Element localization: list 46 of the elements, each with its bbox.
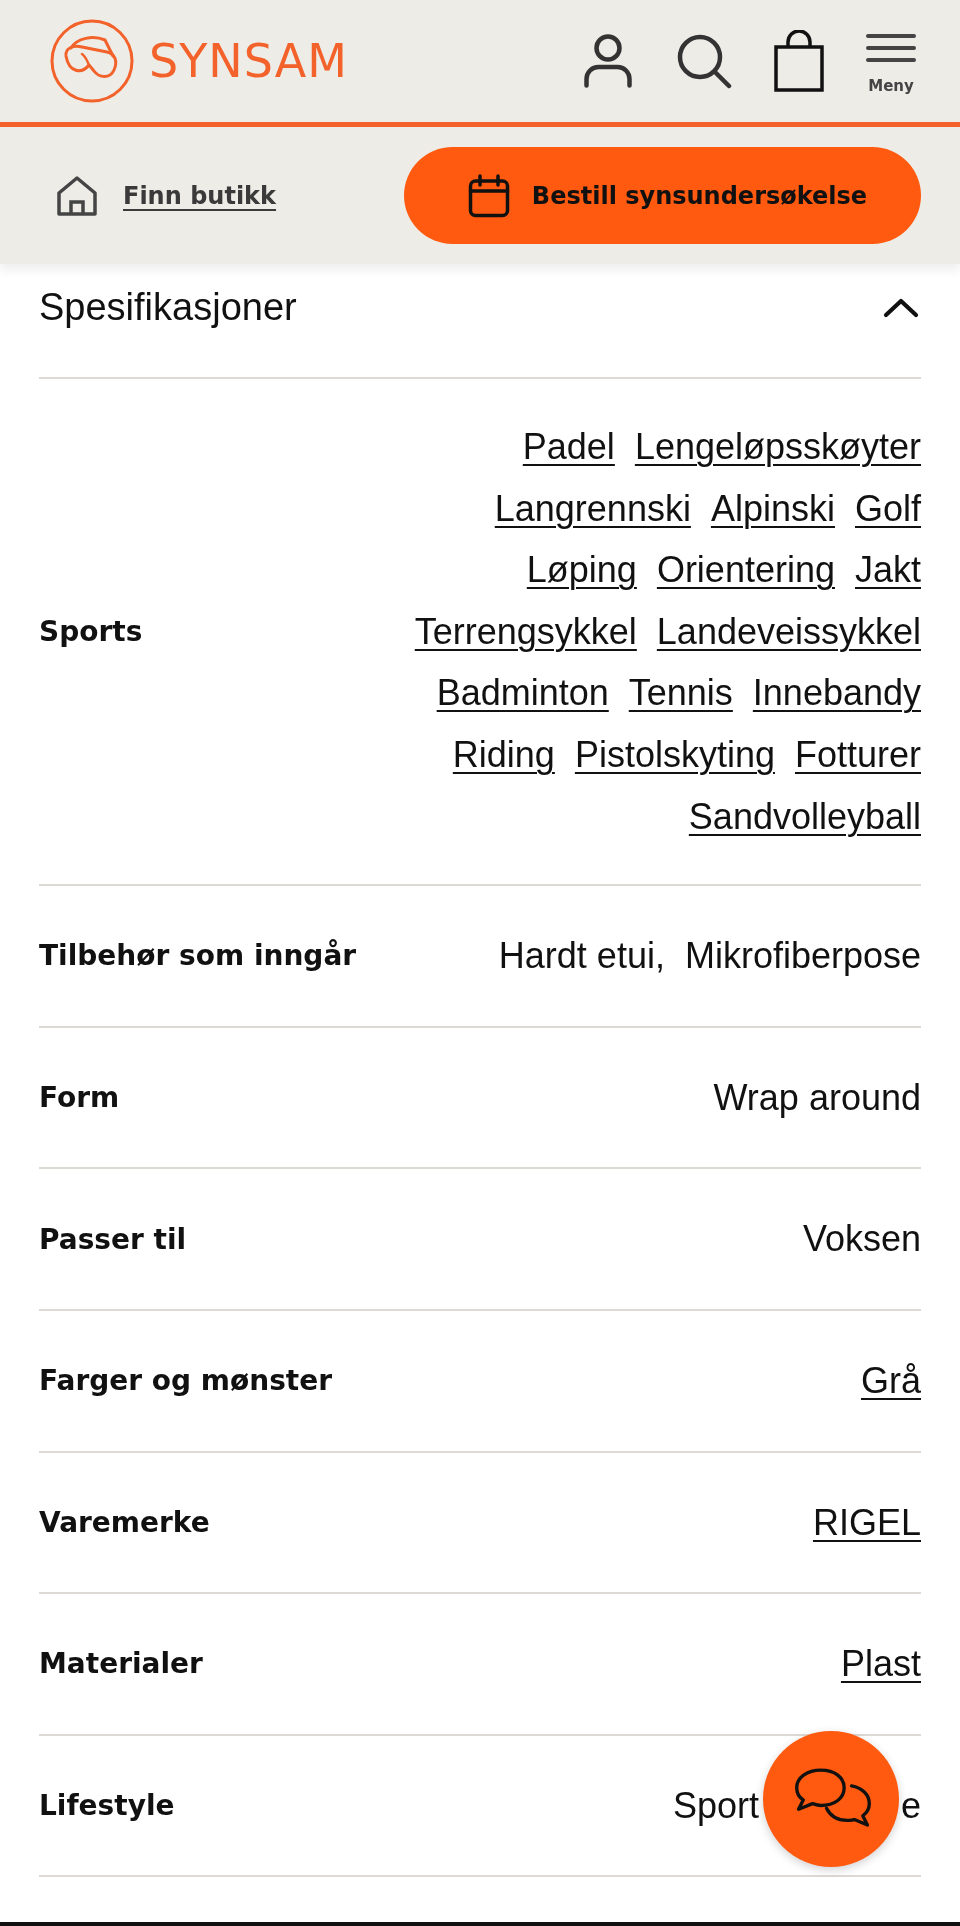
spec-value: Voksen bbox=[802, 1217, 921, 1262]
spec-value: Wrap around bbox=[713, 1075, 921, 1120]
spec-value: e bbox=[900, 1783, 921, 1828]
calendar-icon bbox=[467, 173, 510, 218]
spec-label: Lifestyle bbox=[39, 1789, 175, 1822]
search-icon[interactable] bbox=[676, 33, 732, 89]
value-link[interactable]: Badminton bbox=[436, 662, 609, 724]
value-link[interactable]: Løping bbox=[526, 539, 637, 601]
value-link[interactable]: Landeveissykkel bbox=[656, 600, 921, 663]
find-store-link[interactable]: Finn butikk bbox=[123, 181, 277, 210]
shopping-bag-icon[interactable] bbox=[774, 30, 824, 92]
chevron-icon[interactable] bbox=[883, 298, 919, 318]
value-link[interactable]: Innebandy bbox=[752, 662, 921, 724]
value-link[interactable]: Golf bbox=[854, 477, 921, 540]
spec-value: Sport bbox=[672, 1783, 759, 1828]
value-link[interactable]: Lengeløpsskøyter bbox=[634, 416, 921, 478]
spec-value: Hardt etui, bbox=[498, 934, 665, 979]
value-link[interactable]: Sandvolleyball bbox=[688, 785, 921, 848]
value-link[interactable]: Alpinski bbox=[710, 477, 835, 540]
value-link[interactable]: Padel bbox=[522, 416, 615, 478]
value-link[interactable]: Plast bbox=[840, 1633, 921, 1695]
spec-value: Mikrofiberpose bbox=[684, 934, 921, 979]
value-link[interactable]: Orientering bbox=[656, 539, 835, 601]
section-title[interactable]: Spesifikasjoner bbox=[39, 285, 297, 331]
menu-button[interactable]: Meny bbox=[866, 32, 916, 94]
value-link[interactable]: RIGEL bbox=[812, 1491, 921, 1554]
spec-label: Sports bbox=[39, 615, 143, 649]
spec-label: Varemerke bbox=[39, 1505, 210, 1539]
spec-label: Tilbehør som inngår bbox=[39, 939, 357, 973]
menu-icon[interactable] bbox=[866, 32, 916, 63]
spec-label: Form bbox=[39, 1081, 120, 1115]
value-link[interactable]: Tennis bbox=[628, 662, 733, 724]
value-link[interactable]: Terrengsykkel bbox=[414, 600, 637, 663]
value-link[interactable]: Fotturer bbox=[794, 723, 921, 786]
value-link[interactable]: Jakt bbox=[854, 539, 921, 601]
spec-label: Farger og mønster bbox=[39, 1364, 332, 1398]
value-link[interactable]: Langrennski bbox=[494, 477, 691, 540]
value-link[interactable]: Pistolskyting bbox=[574, 723, 775, 786]
spec-label: Materialer bbox=[39, 1647, 203, 1681]
home-icon[interactable] bbox=[56, 174, 98, 217]
value-link[interactable]: Riding bbox=[452, 723, 555, 786]
user-icon[interactable] bbox=[582, 34, 634, 88]
glasses-logo-icon[interactable] bbox=[49, 18, 135, 104]
book-eye-exam-button[interactable]: Bestill synsundersøkelse bbox=[404, 147, 921, 244]
spec-label: Passer til bbox=[39, 1222, 187, 1256]
value-link[interactable]: Grå bbox=[861, 1349, 921, 1412]
